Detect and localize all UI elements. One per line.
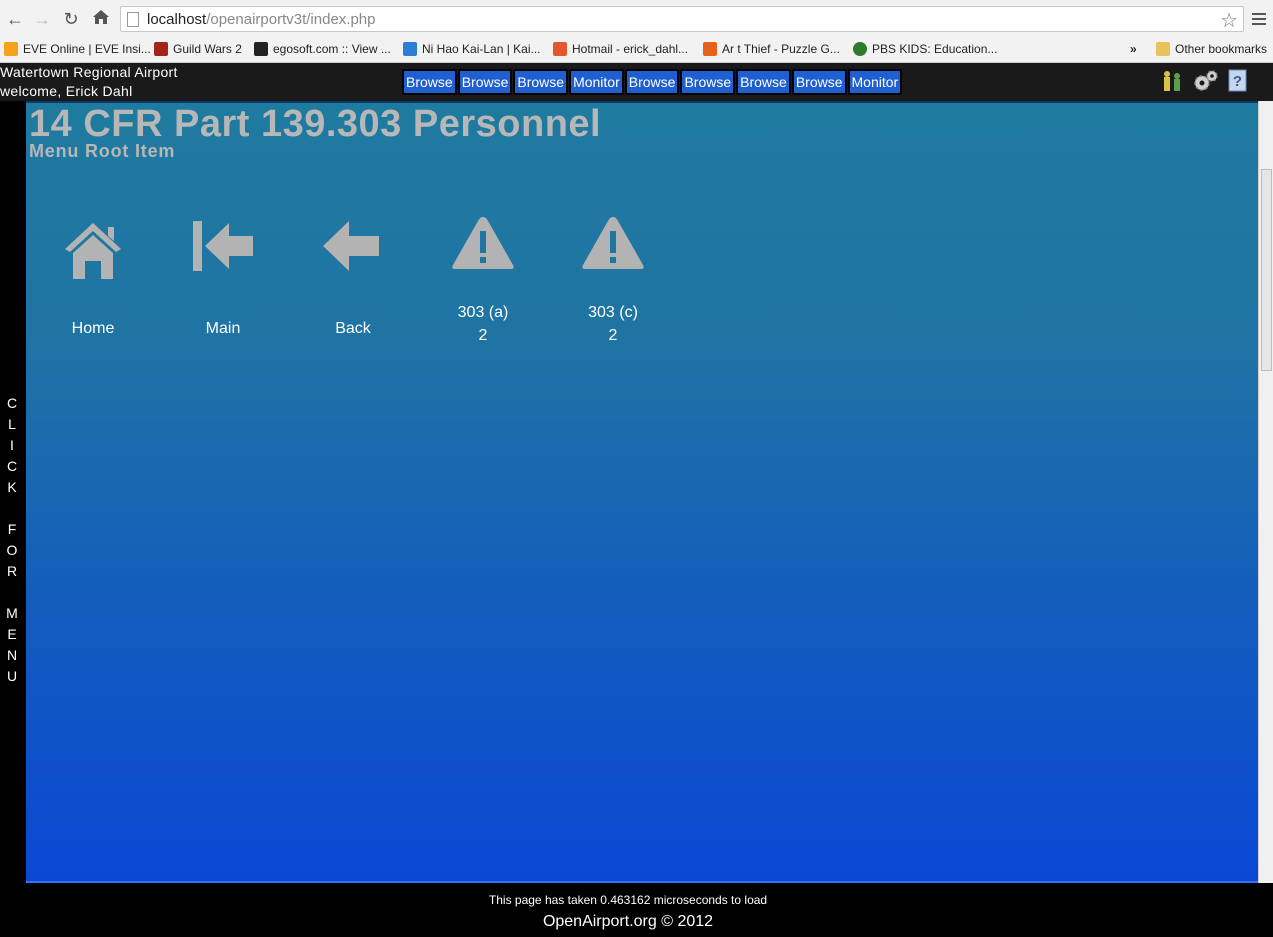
- tile-label: Main: [205, 320, 241, 337]
- nav-tab-browse[interactable]: Browse: [457, 69, 513, 95]
- bookmark-item[interactable]: egosoft.com :: View ...: [254, 40, 391, 58]
- page-title: 14 CFR Part 139.303 Personnel: [29, 103, 602, 145]
- home-browser-icon[interactable]: [90, 8, 112, 30]
- tile-label: Home: [71, 320, 115, 337]
- tile-label: Back: [335, 320, 371, 337]
- bookmarks-bar: EVE Online | EVE Insi... Guild Wars 2 eg…: [0, 37, 1273, 63]
- other-bookmarks[interactable]: Other bookmarks: [1156, 40, 1267, 58]
- bookmark-star-icon[interactable]: ☆: [1220, 8, 1238, 33]
- bookmark-favicon-icon: [403, 42, 417, 56]
- main-content: 14 CFR Part 139.303 Personnel Menu Root …: [26, 101, 1258, 883]
- first-page-icon: [193, 221, 253, 271]
- url-text[interactable]: localhost/openairportv3t/index.php: [147, 11, 376, 28]
- welcome-text: welcome, Erick Dahl: [0, 83, 133, 99]
- nav-tab-browse[interactable]: Browse: [736, 69, 791, 95]
- nav-tab-browse[interactable]: Browse: [791, 69, 847, 95]
- bookmarks-overflow-icon[interactable]: »: [1130, 40, 1137, 58]
- page-icon: [127, 12, 139, 27]
- tile-303a[interactable]: 303 (a) 2: [433, 215, 533, 347]
- reload-icon[interactable]: ↻: [60, 8, 82, 30]
- warning-icon: [452, 217, 514, 269]
- settings-gear-icon[interactable]: [1193, 69, 1218, 93]
- tile-label: 303 (c): [588, 304, 638, 321]
- bookmark-favicon-icon: [703, 42, 717, 56]
- browser-toolbar: ← → ↻ localhost/openairportv3t/index.php…: [0, 0, 1273, 38]
- nav-tab-browse[interactable]: Browse: [624, 69, 680, 95]
- bookmark-item[interactable]: Hotmail - erick_dahl...: [553, 40, 688, 58]
- load-time-text: This page has taken 0.463162 microsecond…: [488, 893, 768, 907]
- home-icon: [65, 223, 121, 279]
- forward-icon[interactable]: →: [31, 8, 53, 30]
- airport-name: Watertown Regional Airport: [0, 64, 178, 80]
- browser-menu-icon[interactable]: [1252, 10, 1266, 26]
- back-arrow-icon: [323, 221, 379, 271]
- nav-tab-monitor[interactable]: Monitor: [847, 69, 903, 95]
- tile-count: 2: [608, 327, 618, 344]
- bookmark-item[interactable]: Ar t Thief - Puzzle G...: [703, 40, 840, 58]
- nav-tab-browse[interactable]: Browse: [680, 69, 736, 95]
- nav-tab-browse[interactable]: Browse: [513, 69, 569, 95]
- bookmark-favicon-icon: [553, 42, 567, 56]
- help-icon[interactable]: ?: [1227, 69, 1251, 93]
- tile-back[interactable]: Back: [303, 215, 403, 340]
- warning-icon: [582, 217, 644, 269]
- tile-label: 303 (a): [457, 304, 509, 321]
- folder-icon: [1156, 42, 1170, 56]
- top-nav: Browse Browse Browse Monitor Browse Brow…: [402, 69, 903, 95]
- footer: This page has taken 0.463162 microsecond…: [26, 884, 1258, 937]
- side-menu-label[interactable]: CLICK FOR MENU: [0, 393, 24, 687]
- nav-tab-browse[interactable]: Browse: [402, 69, 457, 95]
- bookmark-favicon-icon: [254, 42, 268, 56]
- tile-home[interactable]: Home: [43, 215, 143, 340]
- users-icon[interactable]: [1161, 69, 1185, 93]
- nav-tab-monitor[interactable]: Monitor: [569, 69, 624, 95]
- tile-count: 2: [478, 327, 488, 344]
- bookmark-item[interactable]: EVE Online | EVE Insi...: [4, 40, 151, 58]
- scrollbar-thumb[interactable]: [1261, 169, 1272, 371]
- tile-main[interactable]: Main: [173, 215, 273, 340]
- bookmark-item[interactable]: Guild Wars 2: [154, 40, 242, 58]
- app-header: Watertown Regional Airport welcome, Eric…: [0, 63, 1273, 101]
- bookmark-item[interactable]: PBS KIDS: Education...: [853, 40, 997, 58]
- page-scrollbar[interactable]: [1258, 101, 1273, 883]
- tile-303c[interactable]: 303 (c) 2: [563, 215, 663, 347]
- back-icon[interactable]: ←: [4, 8, 26, 30]
- bookmark-favicon-icon: [853, 42, 867, 56]
- bookmark-favicon-icon: [154, 42, 168, 56]
- bookmark-item[interactable]: Ni Hao Kai-Lan | Kai...: [403, 40, 541, 58]
- address-bar[interactable]: localhost/openairportv3t/index.php ☆: [120, 6, 1244, 32]
- copyright-text: OpenAirport.org © 2012: [542, 913, 714, 930]
- side-menu-toggle[interactable]: CLICK FOR MENU: [0, 101, 26, 884]
- page-subtitle: Menu Root Item: [29, 141, 176, 161]
- svg-text:?: ?: [1233, 73, 1242, 90]
- bookmark-favicon-icon: [4, 42, 18, 56]
